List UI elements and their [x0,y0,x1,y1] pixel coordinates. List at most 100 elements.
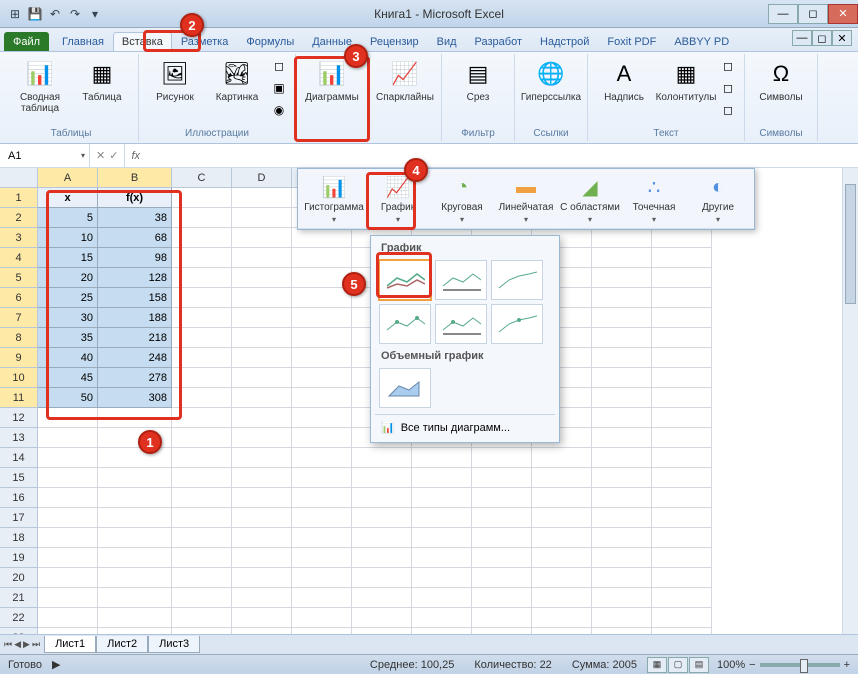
gallery-точечная-button[interactable]: ∴Точечная▾ [622,171,686,226]
cell-E11[interactable] [292,388,352,408]
cell-E14[interactable] [292,448,352,468]
cell-K11[interactable] [652,388,712,408]
cell-H18[interactable] [472,528,532,548]
row-header-8[interactable]: 8 [0,328,38,348]
cell-G20[interactable] [412,568,472,588]
gallery-линейчатая-button[interactable]: ▬Линейчатая▾ [494,171,558,226]
line-chart-option-3[interactable] [491,260,543,300]
gallery-круговая-button[interactable]: ◔Круговая▾ [430,171,494,226]
cell-E4[interactable] [292,248,352,268]
cell-F15[interactable] [352,468,412,488]
cell-J5[interactable] [592,268,652,288]
cell-C15[interactable] [172,468,232,488]
cell-D13[interactable] [232,428,292,448]
view-normal-button[interactable]: ▦ [647,657,667,673]
cell-B18[interactable] [98,528,172,548]
cell-G19[interactable] [412,548,472,568]
cell-J18[interactable] [592,528,652,548]
select-all-corner[interactable] [0,168,38,188]
cell-C12[interactable] [172,408,232,428]
cell-D5[interactable] [232,268,292,288]
cell-B16[interactable] [98,488,172,508]
ribbon-таблица-button[interactable]: ▦Таблица [72,56,132,105]
row-header-9[interactable]: 9 [0,348,38,368]
cell-A8[interactable]: 35 [38,328,98,348]
ribbon-small-button[interactable]: ▣ [269,78,289,98]
cell-D2[interactable] [232,208,292,228]
cell-H21[interactable] [472,588,532,608]
cell-A6[interactable]: 25 [38,288,98,308]
cell-G21[interactable] [412,588,472,608]
cell-C17[interactable] [172,508,232,528]
cell-D22[interactable] [232,608,292,628]
cell-K18[interactable] [652,528,712,548]
cell-J19[interactable] [592,548,652,568]
row-header-12[interactable]: 12 [0,408,38,428]
cell-D19[interactable] [232,548,292,568]
cell-E19[interactable] [292,548,352,568]
cell-K8[interactable] [652,328,712,348]
zoom-in-button[interactable]: + [844,659,850,671]
cell-E20[interactable] [292,568,352,588]
cell-A9[interactable]: 40 [38,348,98,368]
ribbon-надпись-button[interactable]: AНадпись [594,56,654,105]
cell-A11[interactable]: 50 [38,388,98,408]
tab-вставка[interactable]: Вставка [113,32,172,51]
row-header-10[interactable]: 10 [0,368,38,388]
cell-I18[interactable] [532,528,592,548]
row-header-7[interactable]: 7 [0,308,38,328]
line-chart-option-1[interactable] [379,260,431,300]
cell-C14[interactable] [172,448,232,468]
cell-E6[interactable] [292,288,352,308]
sheet-tab-лист1[interactable]: Лист1 [44,636,96,653]
cell-I14[interactable] [532,448,592,468]
ribbon-small-button[interactable]: ◻ [718,100,738,120]
cell-C2[interactable] [172,208,232,228]
cell-E22[interactable] [292,608,352,628]
zoom-control[interactable]: 100% − + [709,659,850,671]
doc-minimize-button[interactable]: — [792,30,812,46]
cell-K4[interactable] [652,248,712,268]
cell-K3[interactable] [652,228,712,248]
cell-B8[interactable]: 218 [98,328,172,348]
cell-K15[interactable] [652,468,712,488]
row-header-19[interactable]: 19 [0,548,38,568]
cell-D12[interactable] [232,408,292,428]
cell-K10[interactable] [652,368,712,388]
cell-F18[interactable] [352,528,412,548]
cell-F20[interactable] [352,568,412,588]
redo-icon[interactable]: ↷ [66,5,84,23]
cell-D4[interactable] [232,248,292,268]
fx-label[interactable]: fx [125,150,146,162]
cell-B1[interactable]: f(x) [98,188,172,208]
cell-H19[interactable] [472,548,532,568]
cell-A17[interactable] [38,508,98,528]
cell-D3[interactable] [232,228,292,248]
cell-I21[interactable] [532,588,592,608]
cell-I15[interactable] [532,468,592,488]
cell-A2[interactable]: 5 [38,208,98,228]
cell-J9[interactable] [592,348,652,368]
cell-F17[interactable] [352,508,412,528]
cell-A15[interactable] [38,468,98,488]
cell-E18[interactable] [292,528,352,548]
cell-A19[interactable] [38,548,98,568]
cell-C11[interactable] [172,388,232,408]
line-chart-option-6[interactable] [491,304,543,344]
cell-F19[interactable] [352,548,412,568]
sheet-tab-лист2[interactable]: Лист2 [96,636,148,653]
cell-K6[interactable] [652,288,712,308]
cell-B19[interactable] [98,548,172,568]
scrollbar-thumb[interactable] [845,184,856,304]
qat-more-icon[interactable]: ▾ [86,5,104,23]
cell-H14[interactable] [472,448,532,468]
cell-E13[interactable] [292,428,352,448]
cell-I16[interactable] [532,488,592,508]
cell-E15[interactable] [292,468,352,488]
cell-B5[interactable]: 128 [98,268,172,288]
cell-J11[interactable] [592,388,652,408]
cell-B15[interactable] [98,468,172,488]
cell-A12[interactable] [38,408,98,428]
tab-формулы[interactable]: Формулы [237,32,303,51]
all-chart-types-button[interactable]: 📊 Все типы диаграмм... [375,417,555,438]
